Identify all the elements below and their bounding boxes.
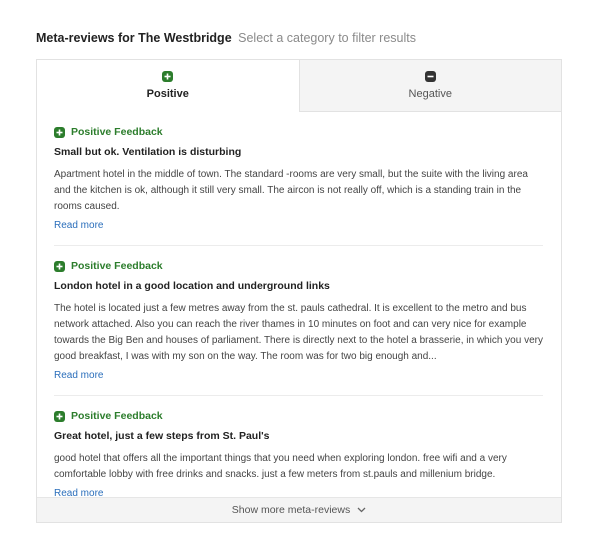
chevron-down-icon: [357, 507, 366, 513]
tab-positive[interactable]: Positive: [37, 60, 299, 112]
minus-square-icon: [424, 71, 436, 82]
review-title: Great hotel, just a few steps from St. P…: [54, 430, 270, 442]
review-text: The hotel is located just a few metres a…: [54, 303, 543, 362]
feedback-category: Positive Feedback: [54, 259, 543, 273]
plus-square-icon: [54, 260, 65, 272]
feedback-label: Positive Feedback: [71, 410, 163, 422]
meta-reviews-panel: Positive Negative Positive Feedback Smal…: [36, 59, 562, 523]
feedback-label: Positive Feedback: [71, 260, 163, 272]
tab-negative-label: Negative: [408, 88, 452, 100]
read-more-link[interactable]: Read more: [54, 219, 103, 233]
feedback-category: Positive Feedback: [54, 125, 543, 139]
feedback-label: Positive Feedback: [71, 126, 163, 138]
review-item: Positive Feedback Great hotel, just a fe…: [54, 396, 543, 513]
plus-square-icon: [54, 126, 65, 138]
category-tabs: Positive Negative: [37, 60, 561, 112]
plus-square-icon: [54, 410, 65, 422]
review-item: Positive Feedback Small but ok. Ventilat…: [54, 112, 543, 246]
read-more-link[interactable]: Read more: [54, 369, 103, 383]
review-text: Apartment hotel in the middle of town. T…: [54, 169, 528, 212]
tab-positive-label: Positive: [146, 88, 189, 100]
review-list: Positive Feedback Small but ok. Ventilat…: [37, 112, 561, 513]
page-title: Meta-reviews for The Westbridge: [36, 31, 232, 45]
tab-negative[interactable]: Negative: [298, 60, 561, 112]
review-item: Positive Feedback London hotel in a good…: [54, 246, 543, 396]
feedback-category: Positive Feedback: [54, 409, 543, 423]
review-title: London hotel in a good location and unde…: [54, 280, 330, 292]
review-title: Small but ok. Ventilation is disturbing: [54, 146, 242, 158]
show-more-label: Show more meta-reviews: [231, 504, 351, 516]
page-subtitle: Select a category to filter results: [238, 31, 416, 45]
show-more-button[interactable]: Show more meta-reviews: [37, 497, 561, 522]
review-text: good hotel that offers all the important…: [54, 453, 507, 480]
page-header: Meta-reviews for The Westbridge Select a…: [36, 31, 416, 45]
plus-square-icon: [162, 71, 174, 82]
